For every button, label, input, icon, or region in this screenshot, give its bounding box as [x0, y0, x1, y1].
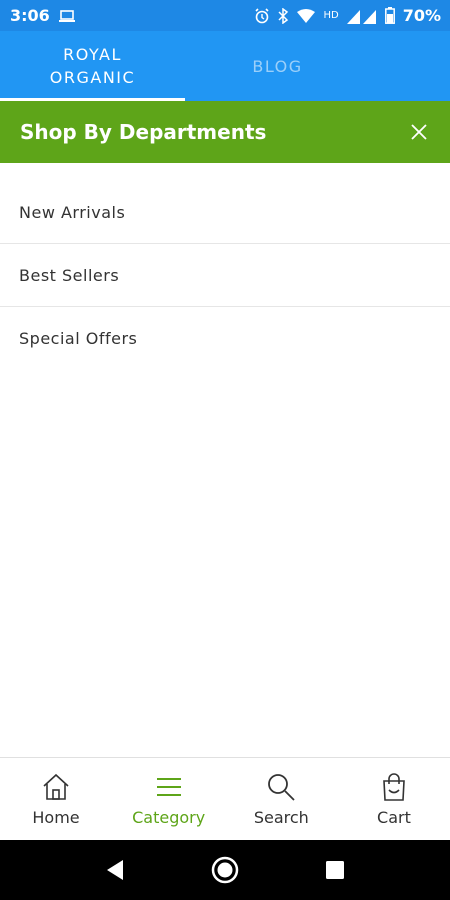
laptop-icon	[58, 9, 76, 23]
tab-royal-organic-label: ROYAL ORGANIC	[49, 45, 136, 87]
departments-list: New Arrivals Best Sellers Special Offers	[0, 181, 450, 370]
department-item-special-offers[interactable]: Special Offers	[0, 307, 450, 370]
system-nav-bar	[0, 840, 450, 900]
status-right: HD 70%	[254, 6, 441, 25]
status-time: 3:06	[10, 6, 50, 25]
battery-percent: 70%	[402, 6, 441, 25]
nav-search-label: Search	[253, 808, 309, 827]
tab-blog-label: BLOG	[252, 56, 303, 76]
bottom-nav: Home Category Search Cart	[0, 757, 450, 840]
nav-home-label: Home	[32, 808, 80, 827]
nav-home[interactable]: Home	[6, 758, 106, 841]
departments-header: Shop By Departments	[0, 101, 450, 163]
recents-icon[interactable]	[320, 855, 350, 885]
departments-title: Shop By Departments	[20, 120, 267, 144]
nav-search[interactable]: Search	[231, 758, 331, 841]
status-left: 3:06	[10, 6, 76, 25]
nav-cart-label: Cart	[377, 808, 411, 827]
cart-icon	[379, 772, 409, 802]
home-circle-icon[interactable]	[210, 855, 240, 885]
department-item-best-sellers[interactable]: Best Sellers	[0, 244, 450, 307]
network-label: HD	[323, 10, 339, 21]
status-bar: 3:06 HD 70%	[0, 0, 450, 31]
nav-category[interactable]: Category	[119, 758, 219, 841]
bluetooth-icon	[278, 7, 289, 24]
department-item-label: Best Sellers	[19, 265, 120, 285]
close-icon[interactable]	[408, 121, 430, 143]
wifi-icon	[297, 8, 316, 23]
department-item-label: Special Offers	[19, 329, 138, 348]
home-icon	[41, 772, 71, 802]
department-item-label: New Arrivals	[19, 202, 126, 222]
tab-blog[interactable]: BLOG	[185, 31, 370, 101]
search-icon	[266, 772, 296, 802]
top-tabs: ROYAL ORGANIC BLOG	[0, 31, 450, 101]
department-item-new-arrivals[interactable]: New Arrivals	[0, 181, 450, 244]
tab-royal-organic[interactable]: ROYAL ORGANIC	[0, 31, 185, 101]
back-icon[interactable]	[100, 855, 130, 885]
nav-category-label: Category	[132, 808, 206, 827]
signal-icon	[346, 8, 377, 24]
alarm-icon	[254, 7, 270, 24]
nav-cart[interactable]: Cart	[344, 758, 444, 841]
menu-icon	[154, 772, 184, 802]
battery-icon	[384, 7, 395, 24]
